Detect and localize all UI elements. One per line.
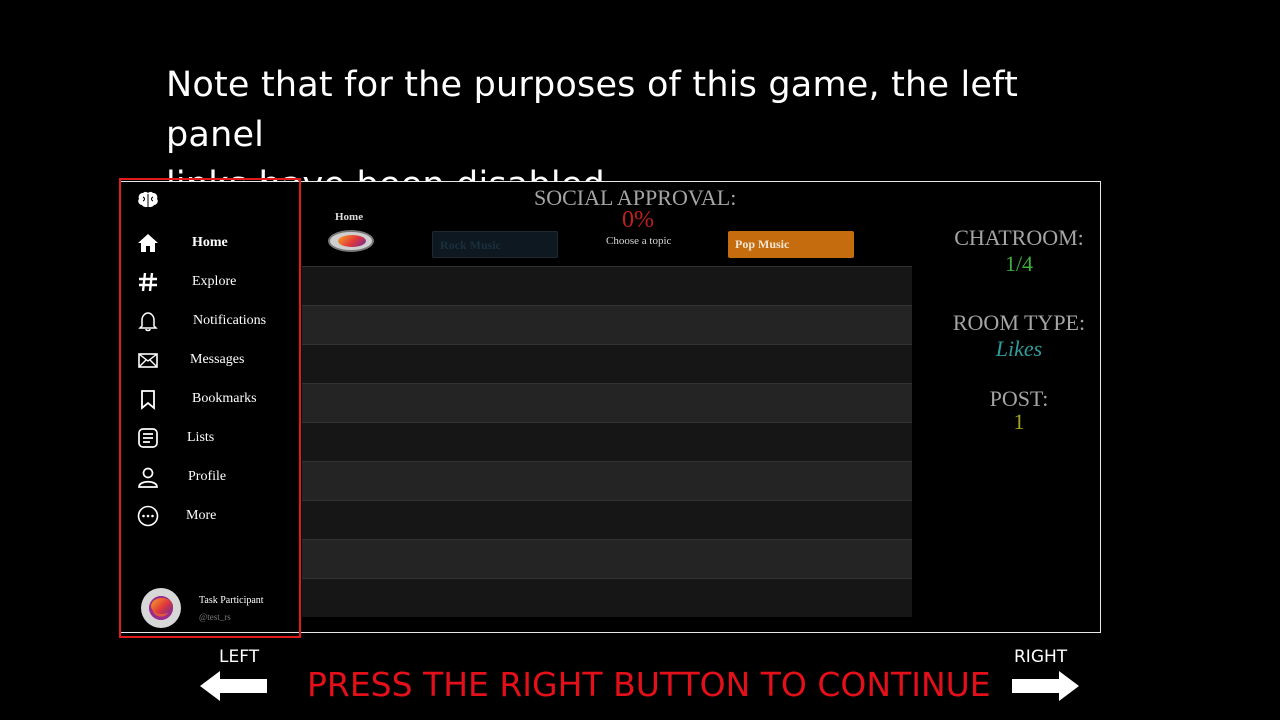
home-icon bbox=[138, 234, 158, 252]
bookmark-icon bbox=[141, 390, 155, 410]
avatar bbox=[141, 588, 181, 628]
hashtag-icon bbox=[139, 272, 157, 292]
sidebar-item-label: Home bbox=[192, 235, 228, 250]
home-heading: Home bbox=[335, 211, 364, 223]
sidebar-item-label: Bookmarks bbox=[192, 391, 257, 406]
right-arrow-icon[interactable] bbox=[1011, 670, 1079, 702]
chatroom-label: CHATROOM: bbox=[954, 225, 1084, 250]
sidebar-item-home[interactable]: Home bbox=[121, 228, 299, 258]
sidebar-item-label: Profile bbox=[188, 469, 227, 484]
room-type-value: Likes bbox=[995, 336, 1043, 361]
feed-row bbox=[302, 305, 912, 344]
topic-pop-music-button[interactable]: Pop Music bbox=[728, 231, 854, 258]
sidebar-item-label: Lists bbox=[187, 430, 215, 445]
chatroom-value: 1/4 bbox=[1004, 251, 1034, 276]
sidebar-item-label: Notifications bbox=[193, 313, 267, 328]
left-sidebar: Home Explore Notifications Messages Book… bbox=[121, 183, 299, 635]
left-button-label: LEFT bbox=[219, 647, 260, 667]
room-type-label: ROOM TYPE: bbox=[952, 310, 1086, 335]
sidebar-item-profile[interactable]: Profile bbox=[121, 462, 299, 492]
feed-row bbox=[302, 344, 912, 383]
envelope-icon bbox=[138, 353, 158, 368]
bell-icon bbox=[138, 312, 158, 332]
sidebar-item-label: Messages bbox=[190, 352, 245, 367]
sidebar-item-bookmarks[interactable]: Bookmarks bbox=[121, 384, 299, 414]
choose-topic-label: Choose a topic bbox=[606, 235, 672, 247]
feed-row bbox=[302, 383, 912, 422]
person-icon bbox=[138, 467, 158, 488]
list-icon bbox=[138, 428, 158, 448]
more-icon bbox=[137, 505, 159, 527]
sidebar-item-label: More bbox=[186, 508, 217, 523]
status-panel: CHATROOM: 1/4 ROOM TYPE: Likes POST: 1 bbox=[912, 183, 1100, 632]
feed-row bbox=[302, 461, 912, 500]
sidebar-item-lists[interactable]: Lists bbox=[121, 423, 299, 453]
user-handle: @test_rs bbox=[199, 612, 231, 622]
feed-header: Home SOCIAL APPROVAL: 0% Choose a topic … bbox=[302, 183, 912, 266]
feed-row bbox=[302, 578, 912, 617]
account-switcher[interactable]: Task Participant @test_rs bbox=[141, 588, 299, 628]
feed-row bbox=[302, 422, 912, 461]
social-approval-value: 0% bbox=[622, 207, 654, 233]
post-value: 1 bbox=[1013, 409, 1025, 434]
instruction-line-1: Note that for the purposes of this game,… bbox=[166, 65, 1018, 155]
topic-rock-music-button[interactable]: Rock Music bbox=[432, 231, 558, 258]
left-arrow-icon[interactable] bbox=[200, 670, 268, 702]
brain-icon bbox=[138, 191, 158, 208]
home-avatar bbox=[328, 230, 374, 252]
sidebar-item-more[interactable]: More bbox=[121, 501, 299, 531]
user-display-name: Task Participant bbox=[199, 595, 264, 606]
right-button-label: RIGHT bbox=[1014, 647, 1068, 667]
feed-rows bbox=[302, 266, 912, 617]
sidebar-item-messages[interactable]: Messages bbox=[121, 345, 299, 375]
feed-row bbox=[302, 539, 912, 578]
sidebar-item-notifications[interactable]: Notifications bbox=[121, 306, 299, 336]
sidebar-item-explore[interactable]: Explore bbox=[121, 267, 299, 297]
feed-row bbox=[302, 500, 912, 539]
continue-prompt: PRESS THE RIGHT BUTTON TO CONTINUE bbox=[307, 665, 991, 704]
sidebar-item-label: Explore bbox=[192, 274, 237, 289]
main-feed: Home SOCIAL APPROVAL: 0% Choose a topic … bbox=[302, 183, 912, 620]
feed-row bbox=[302, 266, 912, 305]
